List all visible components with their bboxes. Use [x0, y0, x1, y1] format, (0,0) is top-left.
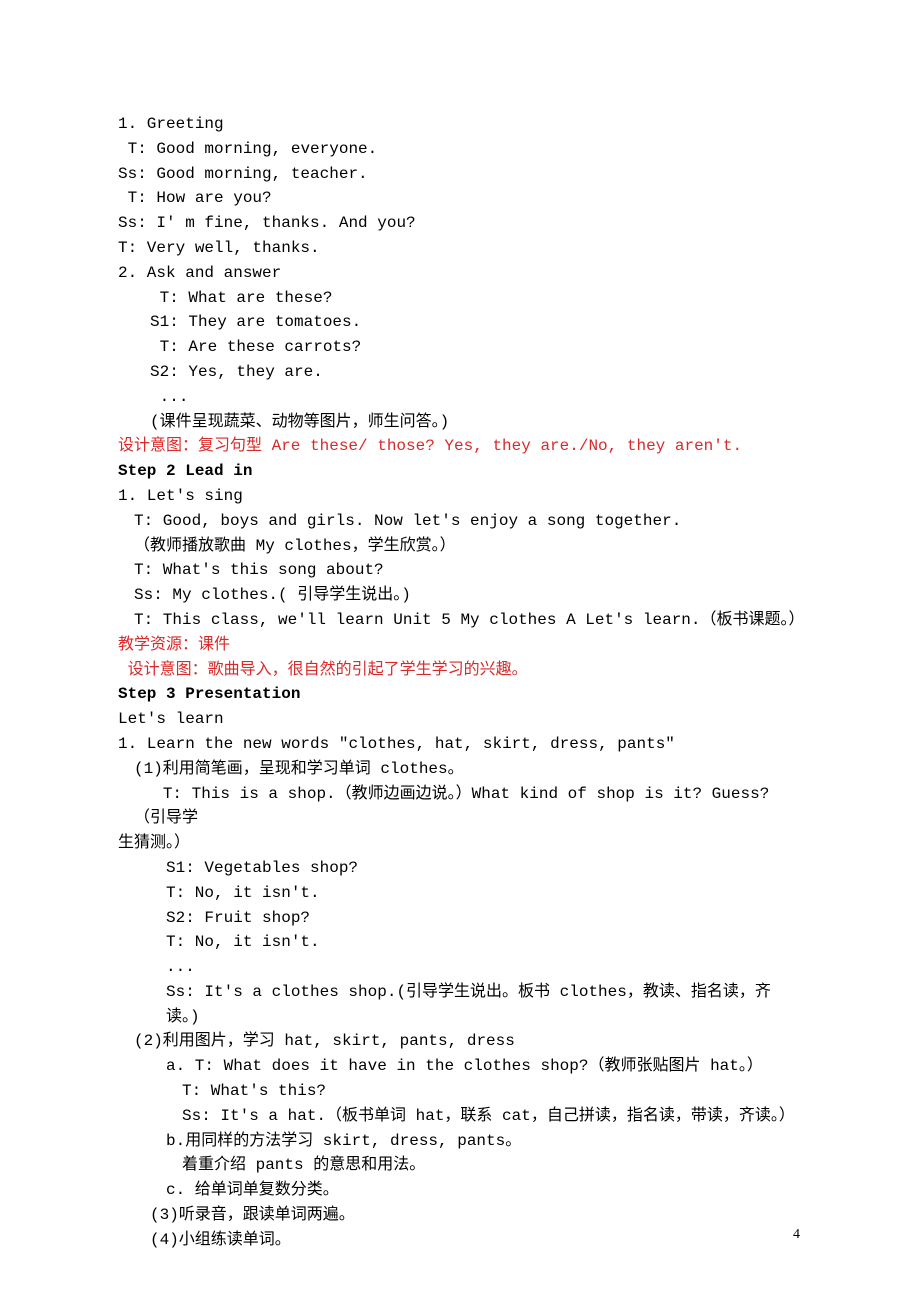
text-line: 1. Learn the new words "clothes, hat, sk…: [118, 732, 802, 757]
text-line: （教师播放歌曲 My clothes，学生欣赏。）: [118, 534, 802, 559]
text-line: 设计意图：复习句型 Are these/ those? Yes, they ar…: [118, 434, 802, 459]
text-line: T: What are these?: [118, 286, 802, 311]
text-line: S2: Yes, they are.: [118, 360, 802, 385]
text-line: S2: Fruit shop?: [118, 906, 802, 931]
text-line: T: What's this?: [118, 1079, 802, 1104]
text-line: T: Very well, thanks.: [118, 236, 802, 261]
text-line: T: This is a shop.（教师边画边说。）What kind of …: [118, 782, 802, 832]
text-line: a. T: What does it have in the clothes s…: [118, 1054, 802, 1079]
text-line: T: How are you?: [118, 186, 802, 211]
text-line: 1. Greeting: [118, 112, 802, 137]
text-line: Ss: Good morning, teacher.: [118, 162, 802, 187]
text-line: T: What's this song about?: [118, 558, 802, 583]
text-line: 教学资源：课件: [118, 633, 802, 658]
text-line: 生猜测。）: [118, 831, 802, 856]
text-line: Ss: It's a clothes shop.(引导学生说出。板书 cloth…: [118, 980, 802, 1030]
text-line: (4)小组练读单词。: [118, 1228, 802, 1253]
text-line: T: This class, we'll learn Unit 5 My clo…: [118, 608, 802, 633]
text-line: c. 给单词单复数分类。: [118, 1178, 802, 1203]
text-line: (3)听录音，跟读单词两遍。: [118, 1203, 802, 1228]
document-page: 1. Greeting T: Good morning, everyone.Ss…: [0, 0, 920, 1253]
text-line: Ss: My clothes.( 引导学生说出。): [118, 583, 802, 608]
text-line: b.用同样的方法学习 skirt, dress, pants。: [118, 1129, 802, 1154]
text-line: (2)利用图片，学习 hat, skirt, pants, dress: [118, 1029, 802, 1054]
text-line: T: Are these carrots?: [118, 335, 802, 360]
text-line: 设计意图：歌曲导入，很自然的引起了学生学习的兴趣。: [118, 658, 802, 683]
text-line: Ss: It's a hat.（板书单词 hat，联系 cat，自己拼读，指名读…: [118, 1104, 802, 1129]
text-line: Step 3 Presentation: [118, 682, 802, 707]
text-line: S1: They are tomatoes.: [118, 310, 802, 335]
text-line: (课件呈现蔬菜、动物等图片，师生问答。): [118, 410, 802, 435]
text-line: (1)利用简笔画，呈现和学习单词 clothes。: [118, 757, 802, 782]
text-line: T: No, it isn't.: [118, 930, 802, 955]
text-line: T: Good morning, everyone.: [118, 137, 802, 162]
text-line: Let's learn: [118, 707, 802, 732]
text-line: 2. Ask and answer: [118, 261, 802, 286]
text-line: 着重介绍 pants 的意思和用法。: [118, 1153, 802, 1178]
text-line: T: No, it isn't.: [118, 881, 802, 906]
text-line: S1: Vegetables shop?: [118, 856, 802, 881]
page-number: 4: [793, 1224, 800, 1246]
text-line: Ss: I' m fine, thanks. And you?: [118, 211, 802, 236]
text-line: ...: [118, 385, 802, 410]
text-line: T: Good, boys and girls. Now let's enjoy…: [118, 509, 802, 534]
text-line: ...: [118, 955, 802, 980]
text-line: 1. Let's sing: [118, 484, 802, 509]
text-line: Step 2 Lead in: [118, 459, 802, 484]
